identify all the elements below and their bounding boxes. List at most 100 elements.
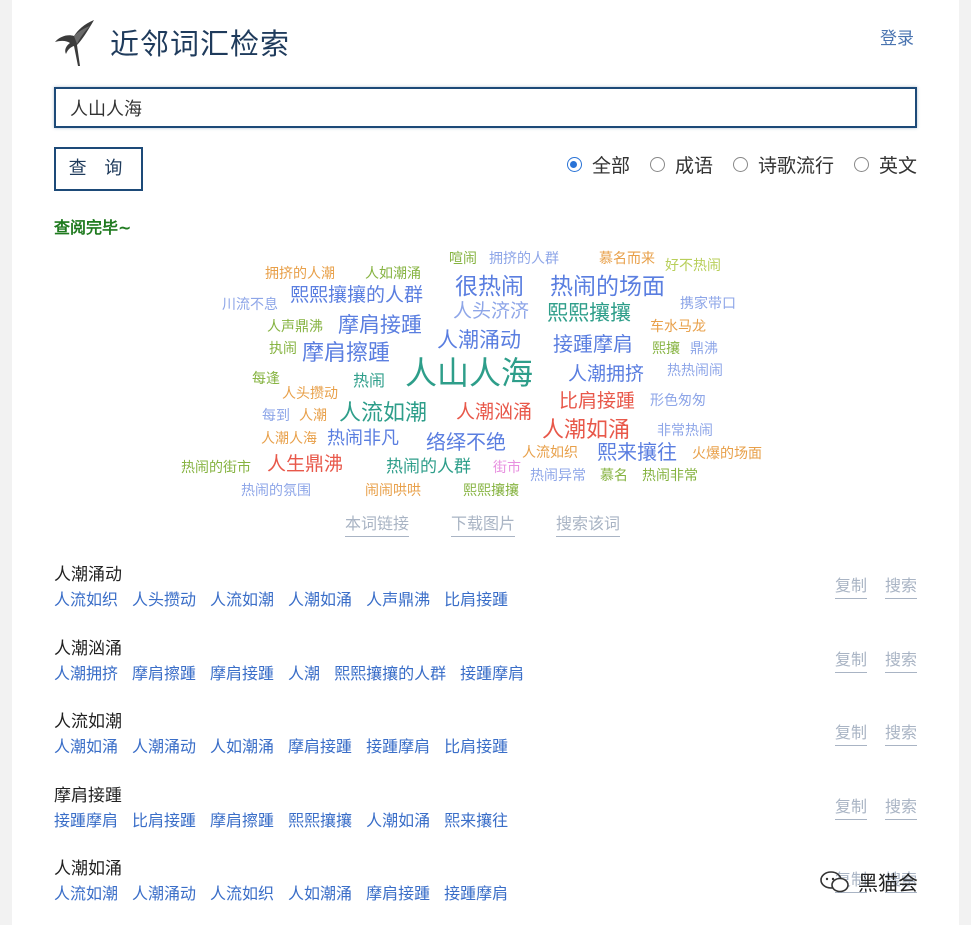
cloud-word[interactable]: 每到: [262, 409, 290, 423]
synonym-link[interactable]: 人流如织: [54, 586, 118, 610]
synonym-link[interactable]: 摩肩擦踵: [132, 660, 196, 684]
search-input[interactable]: [56, 89, 915, 126]
result-word[interactable]: 人潮如涌: [54, 854, 917, 880]
synonym-link[interactable]: 接踵摩肩: [54, 807, 118, 831]
cloud-word[interactable]: 人潮拥挤: [568, 365, 644, 384]
radio-icon[interactable]: [732, 157, 748, 172]
result-word[interactable]: 人潮汹涌: [54, 634, 917, 660]
search-button[interactable]: 搜索: [884, 646, 917, 673]
synonym-link[interactable]: 人头攒动: [132, 586, 196, 610]
copy-button[interactable]: 复制: [834, 572, 867, 599]
cloud-word[interactable]: 每逢: [252, 372, 280, 386]
cloud-word[interactable]: 摩肩擦踵: [302, 343, 390, 365]
synonym-link[interactable]: 人潮如涌: [288, 586, 352, 610]
cloud-word[interactable]: 热热闹闹: [667, 364, 723, 378]
cloud-word[interactable]: 人潮涌动: [437, 330, 521, 351]
cloud-word[interactable]: 很热闹: [455, 276, 524, 299]
cloud-word[interactable]: 川流不息: [222, 298, 278, 312]
cloud-word[interactable]: 比肩接踵: [559, 392, 635, 411]
cloud-word[interactable]: 热闹非凡: [327, 430, 399, 448]
synonym-link[interactable]: 人潮: [288, 660, 320, 684]
synonym-link[interactable]: 摩肩接踵: [288, 733, 352, 757]
synonym-link[interactable]: 接踵摩肩: [460, 660, 524, 684]
word-link-button[interactable]: 本词链接: [345, 510, 410, 537]
synonym-link[interactable]: 人流如潮: [210, 586, 274, 610]
cloud-word[interactable]: 人潮人海: [261, 432, 317, 446]
search-word-button[interactable]: 搜索该词: [556, 510, 621, 537]
cloud-word[interactable]: 热闹异常: [530, 469, 586, 483]
cloud-word[interactable]: 熙攘: [652, 342, 680, 356]
synonym-link[interactable]: 熙熙攘攘的人群: [334, 660, 446, 684]
cloud-word[interactable]: 熙熙攘攘: [463, 484, 519, 498]
synonym-link[interactable]: 接踵摩肩: [444, 880, 508, 904]
copy-button[interactable]: 复制: [834, 646, 867, 673]
synonym-link[interactable]: 人如潮涌: [288, 880, 352, 904]
cloud-word[interactable]: 人头济济: [453, 302, 529, 321]
synonym-link[interactable]: 摩肩擦踵: [210, 807, 274, 831]
radio-icon[interactable]: [566, 157, 582, 172]
filter-poetry[interactable]: 诗歌流行: [732, 151, 834, 178]
cloud-word[interactable]: 接踵摩肩: [553, 334, 633, 354]
cloud-word[interactable]: 热闹非常: [642, 469, 698, 483]
cloud-word[interactable]: 执闹: [269, 342, 297, 356]
cloud-word[interactable]: 熙来攘往: [597, 442, 677, 462]
cloud-word[interactable]: 人潮汹涌: [456, 403, 532, 422]
synonym-link[interactable]: 人潮涌动: [132, 733, 196, 757]
synonym-link[interactable]: 人如潮涌: [210, 733, 274, 757]
result-word[interactable]: 人潮涌动: [54, 560, 917, 586]
cloud-word[interactable]: 拥挤的人群: [489, 252, 559, 266]
cloud-word[interactable]: 络绎不绝: [426, 432, 506, 452]
cloud-word[interactable]: 人头攒动: [282, 387, 338, 401]
search-box[interactable]: [54, 87, 917, 128]
cloud-word[interactable]: 慕名而来: [599, 252, 655, 266]
search-button[interactable]: 搜索: [884, 572, 917, 599]
cloud-word[interactable]: 鼎沸: [690, 342, 718, 356]
search-button[interactable]: 搜索: [884, 719, 917, 746]
synonym-link[interactable]: 人流如织: [210, 880, 274, 904]
synonym-link[interactable]: 摩肩接踵: [210, 660, 274, 684]
cloud-word[interactable]: 喧闹: [449, 252, 477, 266]
synonym-link[interactable]: 熙熙攘攘: [288, 807, 352, 831]
result-word[interactable]: 摩肩接踵: [54, 781, 917, 807]
filter-all[interactable]: 全部: [566, 151, 630, 178]
cloud-word[interactable]: 街市: [493, 461, 521, 475]
cloud-word[interactable]: 人潮如涌: [542, 420, 630, 442]
cloud-word[interactable]: 热闹的街市: [181, 461, 251, 475]
cloud-word[interactable]: 拥挤的人潮: [265, 267, 335, 281]
cloud-word[interactable]: 慕名: [600, 469, 628, 483]
cloud-word[interactable]: 携家带口: [680, 297, 736, 311]
synonym-link[interactable]: 人潮如涌: [54, 733, 118, 757]
search-button[interactable]: 搜索: [884, 793, 917, 820]
synonym-link[interactable]: 比肩接踵: [444, 586, 508, 610]
cloud-word[interactable]: 闹闹哄哄: [365, 484, 421, 498]
cloud-word[interactable]: 热闹: [353, 373, 385, 389]
download-image-button[interactable]: 下载图片: [451, 510, 516, 537]
cloud-word[interactable]: 熙熙攘攘的人群: [290, 286, 423, 305]
synonym-link[interactable]: 接踵摩肩: [366, 733, 430, 757]
synonym-link[interactable]: 熙来攘往: [444, 807, 508, 831]
query-button[interactable]: 查 询: [54, 147, 143, 191]
filter-english[interactable]: 英文: [853, 151, 917, 178]
synonym-link[interactable]: 比肩接踵: [132, 807, 196, 831]
synonym-link[interactable]: 比肩接踵: [444, 733, 508, 757]
cloud-word[interactable]: 车水马龙: [650, 320, 706, 334]
radio-icon[interactable]: [649, 157, 665, 172]
synonym-link[interactable]: 人流如潮: [54, 880, 118, 904]
cloud-word[interactable]: 好不热闹: [665, 259, 721, 273]
cloud-word[interactable]: 人山人海: [405, 357, 533, 389]
cloud-word[interactable]: 热闹的氛围: [241, 484, 311, 498]
cloud-word[interactable]: 人如潮涌: [365, 267, 421, 281]
login-link[interactable]: 登录: [880, 24, 914, 49]
synonym-link[interactable]: 人潮如涌: [366, 807, 430, 831]
cloud-word[interactable]: 形色匆匆: [650, 394, 706, 408]
synonym-link[interactable]: 人声鼎沸: [366, 586, 430, 610]
cloud-word[interactable]: 人声鼎沸: [267, 320, 323, 334]
cloud-word[interactable]: 热闹的场面: [550, 276, 665, 299]
synonym-link[interactable]: 人潮涌动: [132, 880, 196, 904]
synonym-link[interactable]: 摩肩接踵: [366, 880, 430, 904]
result-word[interactable]: 人流如潮: [54, 707, 917, 733]
cloud-word[interactable]: 热闹的人群: [386, 459, 471, 476]
cloud-word[interactable]: 人流如织: [522, 446, 578, 460]
filter-idiom[interactable]: 成语: [649, 151, 713, 178]
radio-icon[interactable]: [853, 157, 869, 172]
